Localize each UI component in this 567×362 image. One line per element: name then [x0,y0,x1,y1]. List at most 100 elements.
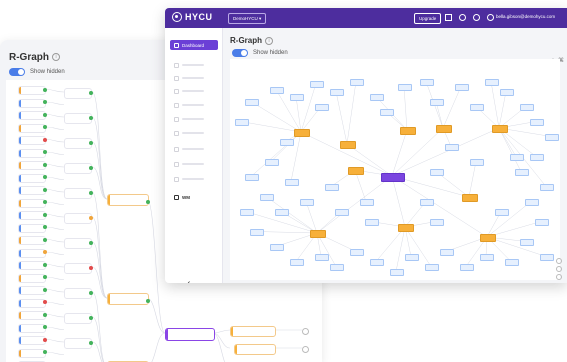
graph-node[interactable] [440,249,454,256]
graph-node[interactable] [485,79,499,86]
sidebar-item-6[interactable] [170,128,218,138]
list-node[interactable] [18,236,46,245]
graph-node[interactable] [380,109,394,116]
list-node[interactable] [18,211,46,220]
graph-node[interactable] [545,134,559,141]
graph-node[interactable] [470,159,484,166]
graph-node[interactable] [270,87,284,94]
graph-node[interactable] [310,81,324,88]
graph-node[interactable] [370,94,384,101]
list-node[interactable] [18,348,46,358]
graph-node[interactable] [525,199,539,206]
graph-node[interactable] [300,199,314,206]
show-hidden-toggle-row[interactable]: Show hidden [9,68,65,76]
graph-node[interactable] [250,229,264,236]
group-node[interactable] [107,293,149,305]
graph-node[interactable] [290,259,304,266]
center-node[interactable] [165,328,215,341]
graph-node[interactable] [495,209,509,216]
list-node[interactable] [18,261,46,270]
group-node[interactable] [462,194,478,202]
graph-node[interactable] [330,264,344,271]
graph-node[interactable] [275,209,289,216]
info-icon[interactable]: i [265,36,273,45]
zoom-out-icon[interactable] [556,266,562,272]
list-node[interactable] [64,263,92,274]
list-node[interactable] [18,148,46,158]
graph-node[interactable] [350,79,364,86]
graph-node[interactable] [405,254,419,261]
list-node[interactable] [18,323,46,333]
graph-node[interactable] [245,174,259,181]
sidebar-item-10[interactable]: WM [170,192,218,202]
graph-node[interactable] [335,209,349,216]
graph-node[interactable] [420,79,434,86]
sidebar-item-5[interactable] [170,114,218,124]
tenant-select[interactable]: DemoHYCU ▾ [228,13,267,24]
graph-node[interactable] [430,169,444,176]
group-node[interactable] [348,167,364,175]
group-node[interactable] [310,230,326,238]
graph-node[interactable] [370,259,384,266]
list-node[interactable] [18,123,46,133]
list-node[interactable] [18,86,46,95]
sidebar-item-9[interactable] [170,174,218,184]
graph-node[interactable] [235,119,249,126]
list-node[interactable] [18,298,46,308]
graph-node[interactable] [270,244,284,251]
graph-node[interactable] [425,264,439,271]
list-node[interactable] [18,336,46,345]
graph-node[interactable] [315,254,329,261]
graph-node[interactable] [540,184,554,191]
sidebar-item-7[interactable] [170,144,218,154]
list-node[interactable] [64,288,92,299]
graph-node[interactable] [265,159,279,166]
graph-node[interactable] [480,254,494,261]
group-node[interactable] [400,127,416,135]
list-node[interactable] [18,136,46,145]
list-node[interactable] [64,238,92,249]
user-email[interactable]: bella.gibson@demohycu.com [496,14,555,19]
graph-node[interactable] [530,119,544,126]
group-node[interactable] [294,129,310,137]
list-node[interactable] [18,286,46,295]
list-node[interactable] [64,138,92,149]
zoom-in-icon[interactable] [556,258,562,264]
graph-node[interactable] [390,269,404,276]
list-node[interactable] [64,213,92,224]
sidebar-item-1[interactable] [170,60,218,70]
center-node[interactable] [381,172,405,182]
graph-node[interactable] [530,154,544,161]
list-node[interactable] [18,198,46,208]
graph-node[interactable] [420,199,434,206]
graph-node[interactable] [315,104,329,111]
list-node[interactable] [18,186,46,195]
graph-node[interactable] [500,89,514,96]
collapse-sidebar-icon[interactable]: ‹ [187,278,190,283]
graph-node[interactable] [398,84,412,91]
group-node[interactable] [234,344,276,355]
graph-node[interactable] [515,169,529,176]
graph-area[interactable] [230,59,560,280]
graph-node[interactable] [245,99,259,106]
group-node[interactable] [480,234,496,242]
sidebar-item-2[interactable] [170,73,218,83]
group-node[interactable] [398,224,414,232]
graph-node[interactable] [430,219,444,226]
graph-node[interactable] [280,139,294,146]
list-node[interactable] [18,223,46,233]
group-node[interactable] [492,125,508,133]
graph-node[interactable] [365,219,379,226]
list-node[interactable] [18,311,46,320]
group-node[interactable] [340,141,356,149]
sidebar-item-3[interactable] [170,86,218,96]
fit-view-icon[interactable] [556,274,562,280]
list-node[interactable] [18,248,46,258]
sidebar-item-4[interactable] [170,100,218,110]
list-node[interactable] [18,111,46,120]
show-hidden-toggle[interactable] [9,68,25,76]
store-icon[interactable] [445,14,452,21]
list-node[interactable] [64,338,92,349]
list-node[interactable] [64,163,92,174]
graph-node[interactable] [540,254,554,261]
